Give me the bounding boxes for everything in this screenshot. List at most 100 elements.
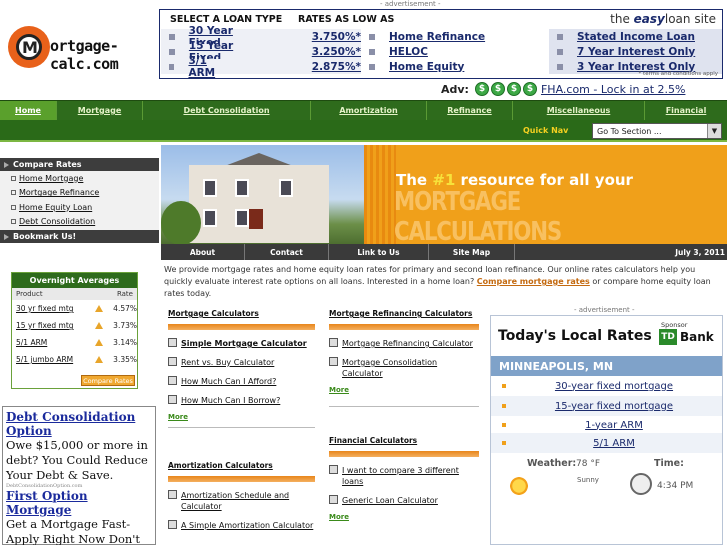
list-item: Home Mortgage [0,171,159,186]
table-row: 5/1 ARM 3.14% [12,334,137,351]
contact-link[interactable]: Contact [245,244,329,260]
product-link[interactable]: 15 yr fixed mtg [16,321,95,330]
more-link[interactable]: More [168,413,315,421]
calc-link[interactable]: How Much Can I Borrow? [181,395,280,406]
promo-title-debt[interactable]: Debt Consolidation Option [6,410,152,438]
nav-tab-miscellaneous[interactable]: Miscellaneous [513,101,645,120]
local-rate-link[interactable]: 1-year ARM [506,420,722,431]
local-rate-link[interactable]: 30-year fixed mortgage [506,381,722,392]
bookmark-us-link[interactable]: Bookmark Us! [0,230,159,243]
compare-mortgage-rates-link[interactable]: Compare mortgage rates [477,277,590,286]
nav-tab-mortgage[interactable]: Mortgage [57,101,143,120]
overnight-averages-widget: Overnight Averages Product Rate 30 yr fix… [11,272,138,389]
dollar-coin-icon: $ [522,82,537,96]
nav-tab-home[interactable]: Home [0,101,57,120]
promo-text-debt: Owe $15,000 or more in debt? You Could R… [6,438,148,482]
nav-tab-debt-consolidation[interactable]: Debt Consolidation [143,101,311,120]
more-link[interactable]: More [329,386,479,394]
list-item: Mortgage Consolidation Calculator [329,357,479,379]
about-link[interactable]: About [161,244,245,260]
arrow-up-icon [95,356,104,363]
rate-value: 3.14% [113,338,137,347]
product-link[interactable]: 5/1 ARM [16,338,95,347]
calc-link[interactable]: A Simple Amortization Calculator [181,520,313,531]
fha-link[interactable]: FHA.com - Lock in at 2.5% [541,83,685,96]
quick-nav-select[interactable]: Go To Section ... ▼ [592,123,722,139]
list-item: Amortization Schedule and Calculator [168,490,315,512]
bullet-icon [369,33,375,40]
time-label: Time: [654,458,684,469]
calculator-icon [168,395,177,404]
square-bullet-icon [11,190,16,196]
advertisement-label: - advertisement - [574,306,635,314]
sidebar-link-mortgage-refinance[interactable]: Mortgage Refinance [19,188,99,197]
calc-link[interactable]: I want to compare 3 different loans [342,465,479,487]
sidebar-link-home-mortgage[interactable]: Home Mortgage [19,174,83,183]
list-item: Simple Mortgage Calculator [168,338,315,349]
loan-rate-15yr[interactable]: 3.250%* [312,46,361,58]
home-equity-link[interactable]: Home Equity [389,61,464,73]
section-title[interactable]: Mortgage Refinancing Calculators [329,309,479,318]
more-link[interactable]: More [329,513,479,521]
loan-row: 15 Year Fixed 3.250%* HELOC 7 Year Intere… [161,40,722,64]
td-bank-logo[interactable]: TD Bank [659,329,714,345]
chevron-down-icon[interactable]: ▼ [707,124,721,138]
city-name: MINNEAPOLIS, MN [491,356,722,376]
rates-header: RATES AS LOW AS [298,13,395,25]
calc-link[interactable]: Mortgage Consolidation Calculator [342,357,479,379]
rate-value: 3.73% [113,321,137,330]
site-logo[interactable]: M ortgage-calc.com [6,24,158,73]
nav-tab-refinance[interactable]: Refinance [427,101,513,120]
list-item: Mortgage Refinance [0,186,159,201]
local-rate-link[interactable]: 5/1 ARM [506,438,722,449]
calculator-icon [168,357,177,366]
rate-value: 4.57% [113,304,137,313]
nav-tab-financial[interactable]: Financial [645,101,727,120]
calculator-icon [329,465,338,474]
list-item: Mortgage Refinancing Calculator [329,338,479,349]
link-to-us-link[interactable]: Link to Us [329,244,429,260]
seven-year-io-link[interactable]: 7 Year Interest Only [577,46,695,58]
calc-link[interactable]: Amortization Schedule and Calculator [181,490,315,512]
weather-temp: 78 °F [576,459,600,469]
calc-link[interactable]: Simple Mortgage Calculator [181,338,307,349]
refinancing-calculators-section: Mortgage Refinancing Calculators Mortgag… [329,309,479,407]
list-item: A Simple Amortization Calculator [168,520,315,531]
local-rate-link[interactable]: 15-year fixed mortgage [506,401,722,412]
nav-tab-amortization[interactable]: Amortization [311,101,427,120]
arrow-right-icon [4,233,9,240]
hero-banner: The #1 resource for all your MORTGAGE CA… [364,145,727,244]
sidebar-link-debt-consolidation[interactable]: Debt Consolidation [19,217,95,226]
adv-label: Adv: [441,82,469,96]
stated-income-link[interactable]: Stated Income Loan [577,31,695,43]
list-item: 5/1 ARM [491,433,722,453]
promo-title-first-option[interactable]: First Option Mortgage [6,489,152,517]
section-title[interactable]: Mortgage Calculators [168,309,315,318]
dollar-coin-icon: $ [490,82,505,96]
sidebar-link-home-equity[interactable]: Home Equity Loan [19,203,92,212]
site-map-link[interactable]: Site Map [429,244,515,260]
section-title[interactable]: Financial Calculators [329,436,479,445]
terms-note: * terms and conditions apply [638,71,718,77]
loan-link-3-1-arm[interactable]: 3/1 ARM [188,55,232,79]
loan-rates-ad: SELECT A LOAN TYPE RATES AS LOW AS the e… [159,9,723,79]
bullet-icon [169,33,175,40]
bullet-icon [557,48,563,55]
loan-rate-30yr[interactable]: 3.750%* [312,31,361,43]
calc-link[interactable]: Generic Loan Calculator [342,495,438,506]
section-title[interactable]: Amortization Calculators [168,461,315,470]
compare-rates-button[interactable]: Compare Rates [81,375,135,386]
list-item: 15-year fixed mortgage [491,396,722,416]
product-link[interactable]: 30 yr fixed mtg [16,304,95,313]
calc-link[interactable]: Mortgage Refinancing Calculator [342,338,473,349]
product-link[interactable]: 5/1 jumbo ARM [16,355,95,364]
heloc-link[interactable]: HELOC [389,46,428,58]
arrow-up-icon [95,305,104,312]
home-refinance-link[interactable]: Home Refinance [389,31,485,43]
easy-loan-brand[interactable]: the easyloan site [610,12,716,26]
promo-text-first-option: Get a Mortgage Fast-Apply Right Now Don'… [6,517,141,545]
calc-link[interactable]: Rent vs. Buy Calculator [181,357,274,368]
calc-link[interactable]: How Much Can I Afford? [181,376,276,387]
local-rates-widget: Today's Local Rates Sponsor TD Bank MINNE… [490,315,723,545]
loan-rate-3-1-arm[interactable]: 2.875%* [312,61,361,73]
